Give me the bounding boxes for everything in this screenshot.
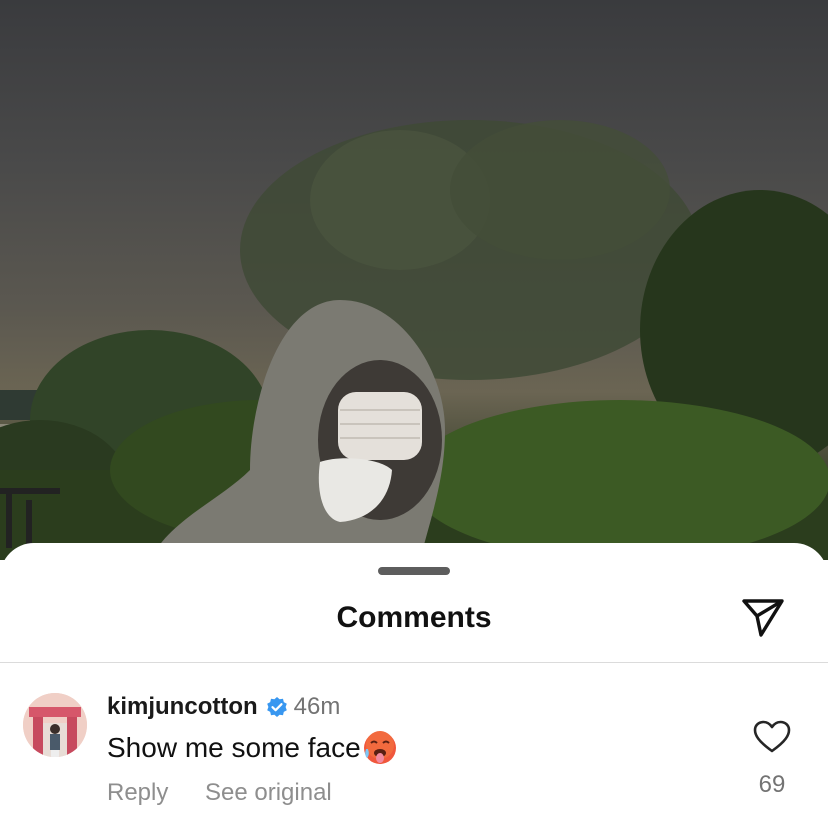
reply-button[interactable]: Reply xyxy=(107,779,168,807)
comment-timestamp: 46m xyxy=(293,693,341,720)
hot-face-emoji-icon xyxy=(363,731,397,765)
photo-scene xyxy=(0,120,828,560)
comment-username[interactable]: kimjuncotton xyxy=(107,693,258,721)
divider xyxy=(0,662,828,663)
comment-item: kimjuncotton 46m Show me some face Reply… xyxy=(0,683,828,818)
comments-sheet: Comments kimjuncotton 46m Show me some f… xyxy=(0,543,828,818)
verified-badge-icon xyxy=(266,696,288,718)
sheet-drag-handle[interactable] xyxy=(378,567,450,575)
comment-text: Show me some face xyxy=(107,732,361,763)
avatar[interactable] xyxy=(23,693,87,757)
like-count: 69 xyxy=(758,771,786,798)
like-button[interactable] xyxy=(752,719,792,755)
sheet-title: Comments xyxy=(336,601,492,634)
post-photo xyxy=(0,0,828,560)
comment-meta: kimjuncotton 46m xyxy=(107,693,340,721)
see-original-button[interactable]: See original xyxy=(205,779,332,807)
share-button[interactable] xyxy=(738,595,788,641)
avatar-image xyxy=(23,693,87,757)
paper-plane-icon xyxy=(742,599,784,637)
comment-body: Show me some face xyxy=(107,731,397,765)
heart-icon xyxy=(753,720,791,753)
